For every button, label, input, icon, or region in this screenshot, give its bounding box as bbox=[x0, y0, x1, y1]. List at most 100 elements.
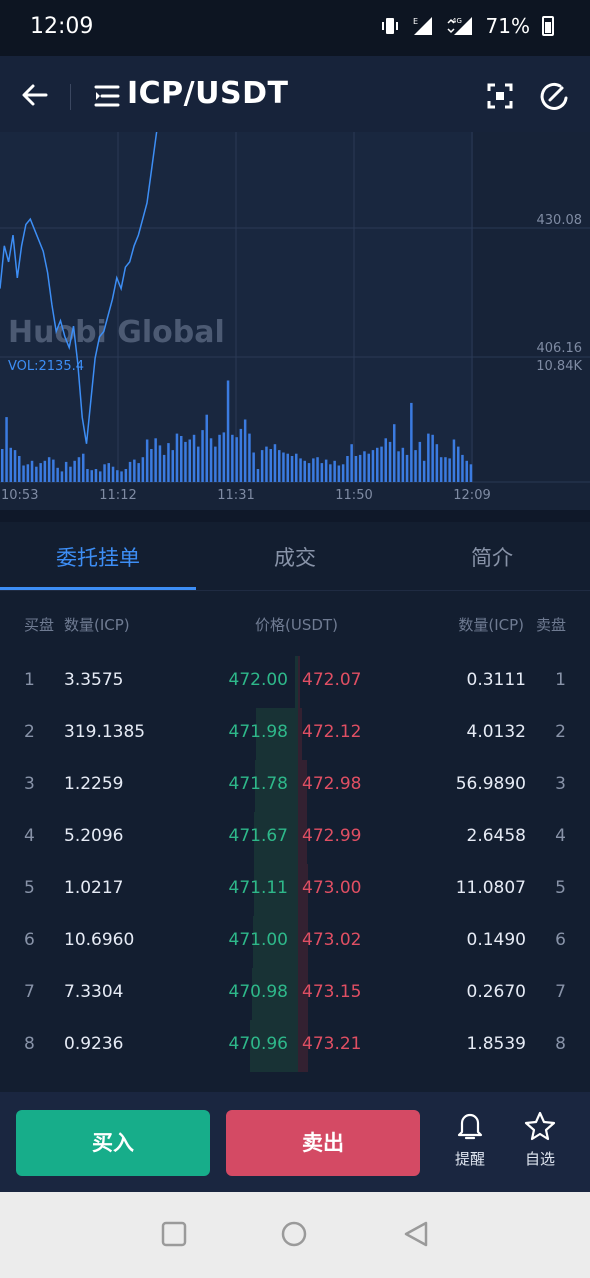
bell-icon bbox=[457, 1113, 483, 1140]
price-axis-label: 406.16 bbox=[537, 341, 583, 356]
volume-max-label: 10.84K bbox=[536, 359, 582, 374]
ask-index: 1 bbox=[555, 670, 566, 690]
volume-bar bbox=[448, 458, 451, 482]
system-nav-bar bbox=[0, 1192, 590, 1278]
tab-intro[interactable]: 简介 bbox=[394, 542, 590, 572]
buy-button[interactable]: 买入 bbox=[16, 1110, 210, 1176]
ask-depth-bar bbox=[298, 656, 300, 708]
volume-bar bbox=[427, 433, 430, 482]
volume-bar bbox=[162, 454, 166, 482]
volume-bar bbox=[235, 437, 238, 482]
x-tick-label: 11:50 bbox=[335, 488, 372, 503]
volume-bar bbox=[35, 466, 38, 482]
section-gap bbox=[0, 510, 590, 522]
nav-triangle-icon[interactable] bbox=[402, 1220, 430, 1248]
bid-quantity: 0.9236 bbox=[64, 1034, 124, 1054]
volume-bar bbox=[167, 443, 170, 482]
tab-trades[interactable]: 成交 bbox=[197, 542, 393, 572]
volume-bar bbox=[384, 438, 387, 482]
svg-text:4G: 4G bbox=[452, 17, 462, 25]
volume-bar bbox=[158, 445, 162, 482]
volume-bar bbox=[418, 441, 422, 482]
volume-bar bbox=[303, 460, 306, 482]
volume-bar bbox=[286, 453, 289, 482]
order-book-row[interactable]: 8 0.9236 470.96 473.21 1.8539 8 bbox=[0, 1020, 590, 1072]
order-book-row[interactable]: 7 7.3304 470.98 473.15 0.2670 7 bbox=[0, 968, 590, 1020]
order-book-row[interactable]: 1 3.3575 472.00 472.07 0.3111 1 bbox=[0, 656, 590, 708]
volume-bar bbox=[39, 463, 42, 482]
nav-circle-icon[interactable] bbox=[280, 1220, 308, 1248]
volume-bar bbox=[201, 430, 204, 482]
price-axis-label: 430.08 bbox=[537, 213, 583, 228]
order-book-row[interactable]: 2 319.1385 471.98 472.12 4.0132 2 bbox=[0, 708, 590, 760]
volume-bar bbox=[260, 450, 264, 482]
order-book-row[interactable]: 5 1.0217 471.11 473.00 11.0807 5 bbox=[0, 864, 590, 916]
volume-bar bbox=[60, 471, 64, 482]
volume-bar bbox=[154, 438, 157, 482]
tab-orders[interactable]: 委托挂单 bbox=[0, 542, 196, 572]
volume-bar bbox=[376, 447, 379, 482]
ask-quantity: 0.3111 bbox=[466, 670, 526, 690]
favorite-button[interactable]: 自选 bbox=[510, 1110, 570, 1169]
volume-bar bbox=[388, 441, 392, 482]
volume-bar bbox=[197, 446, 200, 482]
back-arrow-icon[interactable] bbox=[20, 80, 50, 110]
ask-quantity: 1.8539 bbox=[466, 1034, 526, 1054]
volume-bar bbox=[175, 433, 179, 482]
volume-bar bbox=[171, 450, 174, 482]
alert-button[interactable]: 提醒 bbox=[440, 1110, 500, 1169]
bid-price: 471.78 bbox=[228, 774, 288, 794]
volume-bar bbox=[461, 454, 464, 482]
volume-bar bbox=[422, 460, 426, 482]
battery-percent: 71% bbox=[485, 14, 530, 38]
ask-quantity: 56.9890 bbox=[455, 774, 526, 794]
volume-bar bbox=[367, 453, 370, 482]
bid-price: 471.98 bbox=[228, 722, 288, 742]
ask-quantity: 2.6458 bbox=[466, 826, 526, 846]
volume-bar bbox=[431, 434, 434, 482]
tab-underline bbox=[0, 587, 196, 590]
volume-bar bbox=[205, 414, 208, 482]
volume-bar bbox=[457, 446, 460, 482]
volume-bar bbox=[256, 469, 260, 482]
scan-icon[interactable] bbox=[486, 82, 514, 110]
ask-index: 7 bbox=[555, 982, 566, 1002]
bid-index: 6 bbox=[24, 930, 35, 950]
pair-title[interactable]: ICP/USDT bbox=[127, 76, 288, 111]
volume-bar bbox=[69, 466, 72, 482]
ask-price: 472.12 bbox=[302, 722, 362, 742]
status-bar: 12:09 E 4G 71% bbox=[0, 0, 590, 56]
volume-bar bbox=[77, 457, 81, 482]
ask-price: 472.99 bbox=[302, 826, 362, 846]
bid-index: 1 bbox=[24, 670, 35, 690]
order-book-row[interactable]: 4 5.2096 471.67 472.99 2.6458 4 bbox=[0, 812, 590, 864]
order-book-row[interactable]: 6 10.6960 471.00 473.02 0.1490 6 bbox=[0, 916, 590, 968]
volume-bar bbox=[231, 434, 234, 482]
price-chart[interactable]: Huobi Global 430.08 406.16 VOL:2135.4 10.… bbox=[0, 132, 590, 510]
volume-bar bbox=[465, 460, 468, 482]
order-book-row[interactable]: 3 1.2259 471.78 472.98 56.9890 3 bbox=[0, 760, 590, 812]
volume-bar bbox=[307, 463, 311, 482]
alert-label: 提醒 bbox=[454, 1150, 485, 1168]
volume-bar bbox=[52, 459, 55, 482]
volume-bar bbox=[439, 457, 443, 482]
ask-price: 473.00 bbox=[302, 878, 362, 898]
status-time: 12:09 bbox=[30, 14, 94, 39]
ask-index: 3 bbox=[555, 774, 566, 794]
theme-toggle-icon[interactable] bbox=[538, 80, 570, 112]
volume-bar bbox=[452, 439, 456, 482]
nav-square-icon[interactable] bbox=[160, 1220, 188, 1248]
order-book: 买盘 数量(ICP) 价格(USDT) 数量(ICP) 卖盘 1 3.3575 47… bbox=[0, 592, 590, 1090]
volume-bar bbox=[346, 456, 349, 482]
bid-price: 470.96 bbox=[228, 1034, 288, 1054]
volume-bar bbox=[320, 463, 324, 482]
volume-bar bbox=[414, 450, 417, 482]
sell-button[interactable]: 卖出 bbox=[226, 1110, 420, 1176]
header-sell: 卖盘 bbox=[535, 616, 566, 634]
ask-price: 473.02 bbox=[302, 930, 362, 950]
ask-quantity: 0.1490 bbox=[466, 930, 526, 950]
header-buy: 买盘 bbox=[24, 616, 55, 634]
status-icons: E 4G 71% bbox=[380, 14, 554, 38]
menu-list-icon[interactable] bbox=[94, 84, 120, 108]
bid-index: 8 bbox=[24, 1034, 35, 1054]
